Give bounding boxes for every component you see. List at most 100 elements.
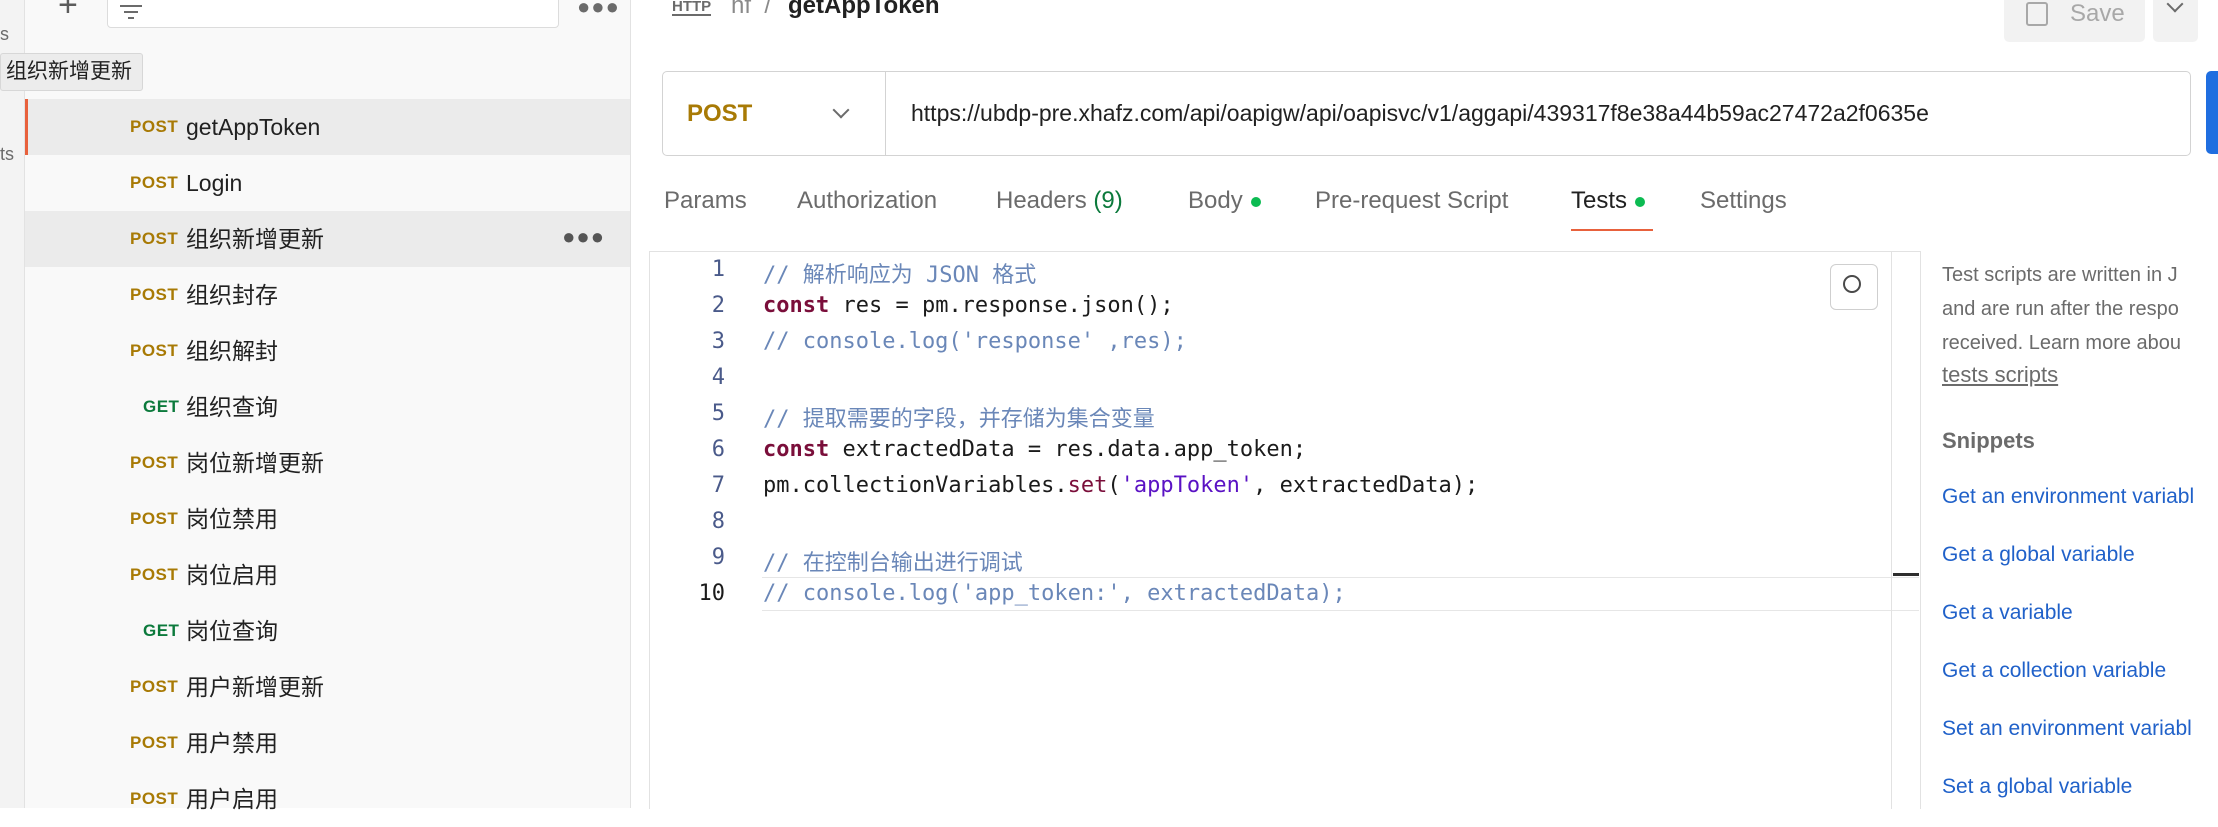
sidebar-item-post-upsert[interactable]: POST 岗位新增更新	[25, 435, 630, 491]
tests-description: Test scripts are written in J	[1942, 264, 2178, 286]
sidebar-item-post-query[interactable]: GET 岗位查询	[25, 603, 630, 659]
method-badge: POST	[130, 565, 179, 584]
line-number: 3	[711, 329, 725, 354]
send-button[interactable]	[2206, 71, 2218, 154]
sidebar-item-user-upsert[interactable]: POST 用户新增更新	[25, 659, 630, 715]
tab-pre-request-script[interactable]: Pre-request Script	[1315, 186, 1508, 216]
learn-more-link[interactable]: tests scripts	[1942, 362, 2058, 388]
tab-body-label: Body	[1188, 187, 1243, 214]
chevron-down-icon	[832, 101, 850, 119]
line-number: 2	[711, 293, 725, 318]
request-name: 岗位禁用	[186, 506, 278, 532]
tab-headers-label: Headers	[996, 187, 1087, 214]
line-number: 4	[711, 365, 725, 390]
line-number: 9	[711, 545, 725, 570]
method-badge: GET	[143, 621, 180, 640]
method-badge: POST	[130, 229, 179, 248]
collection-sidebar: + ●●● POST getAppToken POST Login POST 组…	[25, 0, 631, 812]
code-text: (	[1107, 473, 1121, 498]
sidebar-item-post-enable[interactable]: POST 岗位启用	[25, 547, 630, 603]
sidebar-item-org-query[interactable]: GET 组织查询	[25, 379, 630, 435]
method-select[interactable]: POST	[663, 72, 886, 155]
save-button[interactable]: Save	[2004, 0, 2145, 42]
filter-input[interactable]	[107, 0, 559, 28]
request-name: 岗位查询	[186, 618, 278, 644]
tab-params[interactable]: Params	[664, 186, 747, 216]
tab-tests-label: Tests	[1571, 187, 1628, 214]
sidebar-item-org-archive[interactable]: POST 组织封存	[25, 267, 630, 323]
sidebar-item-user-disable[interactable]: POST 用户禁用	[25, 715, 630, 771]
method-badge: POST	[130, 677, 179, 696]
beautify-button[interactable]	[1830, 264, 1878, 310]
code-line-9: // 在控制台输出进行调试	[763, 551, 1023, 576]
tests-description: received. Learn more abou	[1942, 332, 2182, 354]
scrollbar-marker[interactable]	[1893, 573, 1919, 576]
sidebar-item-getapptoken[interactable]: POST getAppToken	[25, 99, 630, 155]
breadcrumb-parent[interactable]: hf /	[731, 0, 771, 20]
url-input[interactable]: https://ubdp-pre.xhafz.com/api/oapigw/ap…	[911, 72, 1929, 155]
request-name: 组织查询	[186, 394, 278, 420]
tab-settings[interactable]: Settings	[1700, 186, 1787, 216]
snippets-heading: Snippets	[1942, 428, 2035, 453]
code-text: , extractedData);	[1253, 473, 1479, 498]
sidebar-item-org-upsert[interactable]: POST 组织新增更新 ●●●	[25, 211, 630, 267]
snippet-link[interactable]: Set a global variable	[1942, 775, 2132, 799]
sidebar-item-login[interactable]: POST Login	[25, 155, 630, 211]
code-text: res = pm.response.json();	[829, 293, 1174, 318]
code-line-5: // 提取需要的字段，并存储为集合变量	[763, 407, 1155, 432]
code-editor[interactable]: 1 2 3 4 5 6 7 8 9 10 // 解析响应为 JSON 格式 co…	[649, 251, 1921, 809]
beautify-icon	[1843, 275, 1861, 293]
rail-label: s	[0, 24, 9, 44]
add-icon[interactable]: +	[58, 0, 78, 22]
save-options-button[interactable]	[2153, 0, 2198, 42]
item-more-icon[interactable]: ●●●	[562, 211, 605, 263]
line-number: 6	[711, 437, 725, 462]
filter-icon[interactable]	[120, 5, 142, 23]
method-badge: POST	[130, 341, 179, 360]
tab-authorization[interactable]: Authorization	[797, 186, 937, 216]
code-line-10: // console.log('app_token:', extractedDa…	[763, 581, 1346, 606]
http-icon: HTTP	[672, 0, 712, 16]
sidebar-item-org-unarchive[interactable]: POST 组织解封	[25, 323, 630, 379]
request-name: 组织封存	[186, 282, 278, 308]
tests-description: and are run after the respo	[1942, 298, 2179, 320]
page-title[interactable]: getAppToken	[788, 0, 940, 20]
code-text: pm.collectionVariables.	[763, 473, 1068, 498]
method-badge: POST	[130, 173, 179, 192]
tab-headers[interactable]: Headers (9)	[996, 186, 1123, 216]
method-badge: POST	[130, 453, 179, 472]
request-name: 用户禁用	[186, 730, 278, 756]
snippet-link[interactable]: Get a collection variable	[1942, 659, 2166, 683]
snippet-link[interactable]: Get an environment variabl	[1942, 485, 2194, 509]
snippet-link[interactable]: Get a variable	[1942, 601, 2073, 625]
code-string: 'appToken'	[1120, 473, 1254, 498]
request-name: 岗位新增更新	[186, 450, 324, 476]
snippet-link[interactable]: Get a global variable	[1942, 543, 2135, 567]
tab-body[interactable]: Body	[1188, 186, 1261, 216]
sidebar-item-post-disable[interactable]: POST 岗位禁用	[25, 491, 630, 547]
line-number: 5	[711, 401, 725, 426]
method-select-value: POST	[687, 100, 753, 127]
more-options-icon[interactable]: ●●●	[577, 0, 620, 20]
method-badge: POST	[130, 789, 179, 808]
headers-count: (9)	[1093, 187, 1123, 214]
method-badge: GET	[143, 397, 180, 416]
request-name: 组织解封	[186, 338, 278, 364]
sidebar-item-user-enable[interactable]: POST 用户启用	[25, 771, 630, 827]
status-dot-icon	[1250, 196, 1261, 207]
line-number: 7	[711, 473, 725, 498]
tab-tests[interactable]: Tests	[1571, 186, 1646, 216]
method-badge: POST	[130, 733, 179, 752]
snippet-link[interactable]: Set an environment variabl	[1942, 717, 2192, 741]
line-number: 1	[711, 257, 725, 282]
method-badge: POST	[130, 509, 179, 528]
code-line-1: // 解析响应为 JSON 格式	[763, 263, 1037, 288]
save-label: Save	[2070, 0, 2125, 27]
sidebar-tooltip: 组织新增更新	[0, 53, 143, 91]
request-name: 用户新增更新	[186, 674, 324, 700]
breadcrumb-separator: /	[764, 0, 772, 19]
status-dot-icon	[1635, 196, 1646, 207]
request-name: getAppToken	[186, 114, 321, 140]
code-line-6: const extractedData = res.data.app_token…	[763, 437, 1306, 462]
code-keyword: const	[763, 437, 830, 462]
